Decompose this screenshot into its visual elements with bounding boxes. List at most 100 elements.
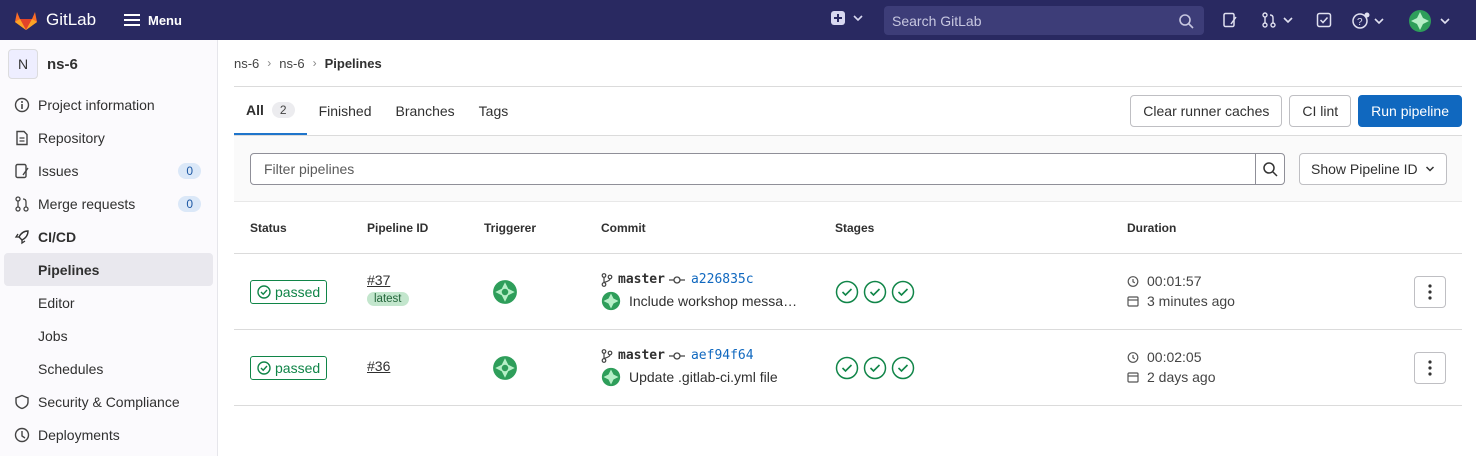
calendar-icon [1127, 296, 1139, 307]
sidebar-item-jobs[interactable]: Jobs [0, 319, 217, 352]
user-menu-button[interactable] [1408, 9, 1452, 33]
tab-label: All [246, 102, 264, 118]
timer-icon [1127, 276, 1139, 287]
latest-badge: latest [367, 292, 409, 306]
more-actions-button[interactable] [1414, 352, 1446, 384]
sidebar-item-security-compliance[interactable]: Security & Compliance [0, 385, 217, 418]
breadcrumb-current[interactable]: Pipelines [325, 56, 382, 71]
finished-time: 2 days ago [1147, 369, 1216, 385]
run-pipeline-button[interactable]: Run pipeline [1358, 95, 1462, 127]
sidebar-item-label: Editor [38, 294, 75, 311]
stage-passed-icon[interactable] [835, 280, 859, 304]
pipeline-id-link[interactable]: #36 [367, 358, 390, 374]
filter-pipelines-input[interactable]: Filter pipelines [250, 153, 1256, 185]
commit-title-link[interactable]: Update .gitlab-ci.yml file [629, 369, 778, 385]
stage-passed-icon[interactable] [835, 356, 859, 380]
table-row: passed #37 latest master a226835c Includ… [234, 254, 1462, 330]
chevron-down-icon [1374, 18, 1384, 25]
search-icon [1263, 162, 1278, 177]
chevron-down-icon [1440, 18, 1450, 25]
breadcrumb-item[interactable]: ns-6 [234, 56, 259, 71]
project-avatar: N [8, 49, 38, 79]
sidebar-item-pipelines[interactable]: Pipelines [4, 253, 213, 286]
tab-tags[interactable]: Tags [467, 87, 521, 135]
commit-cell: master a226835c Include workshop messa… [601, 272, 797, 311]
commit-sha-link[interactable]: aef94f64 [691, 348, 754, 363]
status-badge[interactable]: passed [250, 356, 328, 380]
stage-passed-icon[interactable] [891, 356, 915, 380]
commit-title-link[interactable]: Include workshop messa… [629, 293, 797, 309]
pipeline-id-link[interactable]: #37 [367, 272, 409, 288]
sidebar-item-label: Security & Compliance [38, 393, 180, 410]
chevron-down-icon [853, 15, 863, 22]
project-name: ns-6 [47, 55, 78, 73]
tanuki-icon [15, 12, 37, 30]
column-header-commit: Commit [601, 220, 646, 235]
tab-branches[interactable]: Branches [384, 87, 467, 135]
sidebar-item-schedules[interactable]: Schedules [0, 352, 217, 385]
merge-requests-nav-button[interactable] [1261, 12, 1295, 28]
pipeline-id-cell: #36 [367, 358, 390, 374]
todos-nav-button[interactable] [1316, 12, 1332, 28]
sidebar-item-label: Deployments [38, 426, 120, 443]
sidebar-item-label: Pipelines [38, 261, 100, 278]
stage-passed-icon[interactable] [863, 280, 887, 304]
table-row: passed #36 master aef94f64 Update .gitla… [234, 330, 1462, 406]
branch-link[interactable]: master [618, 272, 665, 287]
issues-count-badge: 0 [178, 162, 201, 179]
more-actions-button[interactable] [1414, 276, 1446, 308]
breadcrumb-item[interactable]: ns-6 [279, 56, 304, 71]
sidebar-item-project-information[interactable]: Project information [0, 88, 217, 121]
tab-label: Branches [395, 103, 455, 119]
avatar [493, 356, 517, 380]
rocket-icon [14, 229, 30, 245]
menu-label: Menu [148, 12, 182, 28]
kebab-icon [1428, 284, 1432, 300]
new-dropdown-button[interactable] [831, 11, 865, 25]
plus-square-icon [831, 11, 845, 25]
filter-search-button[interactable] [1255, 153, 1285, 185]
status-badge[interactable]: passed [250, 280, 328, 304]
dropdown-label: Show Pipeline ID [1311, 161, 1418, 177]
show-pipeline-id-dropdown[interactable]: Show Pipeline ID [1299, 153, 1447, 185]
stage-passed-icon[interactable] [863, 356, 887, 380]
branch-link[interactable]: master [618, 348, 665, 363]
finished-time: 3 minutes ago [1147, 293, 1235, 309]
sidebar-item-deployments[interactable]: Deployments [0, 418, 217, 451]
check-circle-icon [257, 361, 271, 375]
tab-finished[interactable]: Finished [307, 87, 384, 135]
triggerer-avatar[interactable] [492, 355, 518, 384]
commit-sha-link[interactable]: a226835c [691, 272, 754, 287]
tab-count-badge: 2 [271, 102, 295, 118]
triggerer-avatar[interactable] [492, 279, 518, 308]
sidebar-item-editor[interactable]: Editor [0, 286, 217, 319]
menu-button[interactable]: Menu [124, 13, 182, 28]
column-header-pipeline-id: Pipeline ID [367, 220, 429, 235]
search-input[interactable]: Search GitLab [884, 6, 1204, 35]
status-passed-badge: passed [250, 280, 328, 304]
column-header-triggerer: Triggerer [484, 220, 537, 235]
sidebar-item-ci-cd[interactable]: CI/CD [0, 220, 217, 253]
sidebar-item-repository[interactable]: Repository [0, 121, 217, 154]
pipeline-actions: Clear runner caches CI lint Run pipeline [1123, 95, 1462, 127]
sidebar-item-merge-requests[interactable]: Merge requests 0 [0, 187, 217, 220]
svg-text:?: ? [1357, 17, 1363, 28]
table-header: Status Pipeline ID Triggerer Commit Stag… [234, 202, 1462, 254]
sidebar-item-issues[interactable]: Issues 0 [0, 154, 217, 187]
tab-all[interactable]: All 2 [234, 87, 307, 135]
ci-lint-button[interactable]: CI lint [1289, 95, 1352, 127]
search-icon [1179, 13, 1194, 29]
clear-runner-caches-button[interactable]: Clear runner caches [1130, 95, 1283, 127]
merge-request-icon [1262, 12, 1276, 28]
main-content: ns-6 › ns-6 › Pipelines All 2 Finished B… [234, 40, 1462, 406]
stage-passed-icon[interactable] [891, 280, 915, 304]
gitlab-logo[interactable]: GitLab [14, 9, 114, 31]
merge-requests-count-badge: 0 [178, 195, 201, 212]
hamburger-icon [124, 14, 140, 26]
issues-icon [1223, 12, 1237, 28]
help-nav-button[interactable]: ? [1352, 12, 1386, 30]
avatar [1409, 10, 1431, 32]
sidebar-project[interactable]: N ns-6 [0, 40, 217, 88]
issues-nav-button[interactable] [1222, 12, 1238, 28]
column-header-status: Status [250, 220, 287, 235]
